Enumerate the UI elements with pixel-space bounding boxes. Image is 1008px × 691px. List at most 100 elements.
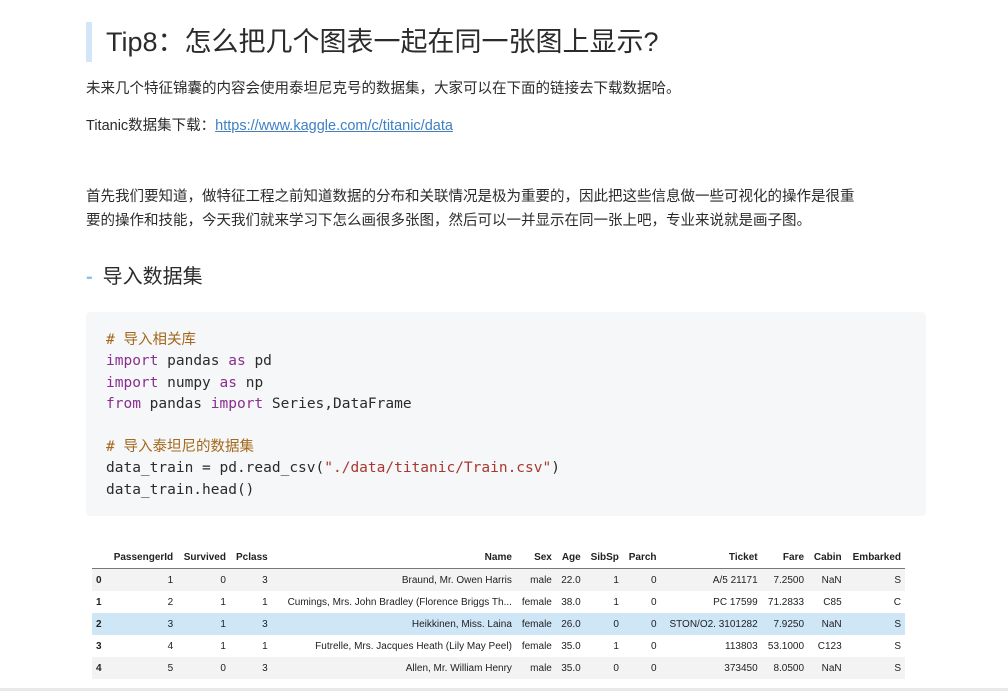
table-cell: 113803 [725, 640, 758, 652]
description-line-2: 要的操作和技能，今天我们就来学习下怎么画很多张图，然后可以一并显示在同一张上吧，… [86, 213, 811, 229]
row-index: 1 [96, 596, 102, 608]
table-cell: 38.0 [561, 596, 581, 608]
code-module: pandas [167, 353, 220, 370]
table-cell: male [530, 662, 552, 674]
column-header: Parch [622, 546, 661, 569]
table-cell: 53.1000 [767, 640, 805, 652]
table-cell: 0 [613, 618, 619, 630]
table-cell: 3 [262, 574, 268, 586]
table-cell: 5 [167, 662, 174, 674]
column-header: Age [555, 546, 585, 569]
code-block: # 导入相关库 import pandas as pd import numpy… [86, 312, 926, 516]
table-cell: 71.2833 [767, 596, 805, 608]
table-cell: STON/O2. 3101282 [669, 618, 758, 630]
table-cell: male [530, 574, 552, 586]
table-cell: S [894, 618, 901, 630]
table-cell: 35.0 [561, 662, 581, 674]
table-cell: 1 [167, 574, 174, 586]
row-index: 4 [96, 662, 102, 674]
table-cell: 0 [220, 662, 226, 674]
table-cell: female [521, 596, 552, 608]
table-cell: NaN [821, 662, 842, 674]
column-header: Sex [515, 546, 556, 569]
table-cell: 0 [220, 574, 226, 586]
description-line-1: 首先我们要知道，做特征工程之前知道数据的分布和关联情况是极为重要的，因此把这些信… [86, 189, 855, 205]
column-header: PassengerId [106, 546, 178, 569]
code-read-call: data_train = pd.read_csv( [106, 460, 325, 477]
table-row: 3 4 1 1 Futrelle, Mrs. Jacques Heath (Li… [92, 635, 905, 657]
table-cell: 3 [167, 618, 174, 630]
table-cell: Allen, Mr. William Henry [405, 662, 512, 674]
table-cell: S [894, 640, 901, 652]
code-keyword: from [106, 396, 141, 413]
column-header: Survived [177, 546, 230, 569]
code-head-call: data_train.head() [106, 481, 255, 498]
table-header-row: PassengerId Survived Pclass Name Sex Age… [92, 546, 905, 569]
table-cell: 26.0 [561, 618, 581, 630]
column-header: SibSp [584, 546, 623, 569]
table-cell: 1 [220, 596, 226, 608]
table-cell: 3 [262, 618, 268, 630]
table-cell: 1 [220, 640, 226, 652]
table-cell: 0 [650, 640, 657, 652]
table-cell: 0 [650, 574, 657, 586]
table-cell: 0 [650, 618, 657, 630]
row-index: 2 [96, 618, 102, 630]
code-keyword: import [106, 353, 159, 370]
table-row-highlighted: 2 3 1 3 Heikkinen, Miss. Laina female 26… [92, 613, 905, 635]
table-cell: 1 [613, 596, 619, 608]
table-cell: 0 [650, 662, 657, 674]
table-cell: A/5 21171 [712, 574, 758, 586]
dataset-link[interactable]: https://www.kaggle.com/c/titanic/data [215, 118, 453, 134]
table-cell: 3 [262, 662, 268, 674]
code-keyword: as [228, 353, 246, 370]
page-title: Tip8：怎么把几个图表一起在同一张图上显示? [86, 22, 659, 62]
dataframe-table: PassengerId Survived Pclass Name Sex Age… [92, 546, 905, 679]
table-cell: 7.9250 [773, 618, 805, 630]
code-comment: # 导入泰坦尼的数据集 [106, 439, 254, 456]
code-alias: np [245, 374, 264, 391]
table-cell: Cumings, Mrs. John Bradley (Florence Bri… [287, 596, 512, 608]
table-cell: Heikkinen, Miss. Laina [411, 618, 512, 630]
column-header: Name [271, 546, 516, 569]
table-cell: 4 [167, 640, 174, 652]
table-cell: 1 [262, 596, 268, 608]
table-cell: 7.2500 [773, 574, 805, 586]
code-comment: # 导入相关库 [106, 332, 196, 348]
code-keyword: as [219, 374, 237, 391]
table-cell: PC 17599 [713, 596, 758, 608]
column-header: Ticket [660, 546, 762, 569]
code-module: numpy [167, 374, 211, 391]
column-header: Fare [761, 546, 809, 569]
column-header: Pclass [229, 546, 272, 569]
row-index: 3 [96, 640, 102, 652]
intro-paragraph: 未来几个特征锦囊的内容会使用泰坦尼克号的数据集，大家可以在下面的链接去下载数据哈… [86, 81, 681, 97]
row-index: 0 [96, 574, 102, 586]
section-marker: - [86, 266, 93, 288]
table-cell: NaN [821, 574, 842, 586]
table-cell: NaN [821, 618, 842, 630]
table-cell: 22.0 [561, 574, 581, 586]
table-row: 0 1 0 3 Braund, Mr. Owen Harris male 22.… [92, 568, 905, 591]
table-cell: female [521, 640, 552, 652]
table-cell: 0 [613, 662, 619, 674]
code-alias: pd [254, 353, 272, 370]
table-cell: 0 [650, 596, 657, 608]
table-row: 1 2 1 1 Cumings, Mrs. John Bradley (Flor… [92, 591, 905, 613]
section-title: 导入数据集 [102, 266, 203, 288]
table-cell: S [894, 574, 901, 586]
code-keyword: import [210, 396, 264, 413]
code-read-close: ) [551, 460, 560, 477]
download-label: Titanic数据集下载： [86, 118, 216, 134]
code-string: "./data/titanic/Train.csv" [324, 460, 552, 477]
code-module: pandas [149, 396, 203, 413]
table-cell: C85 [823, 596, 842, 608]
download-line: Titanic数据集下载：https://www.kaggle.com/c/ti… [86, 114, 453, 139]
table-cell: 35.0 [561, 640, 581, 652]
table-row: 4 5 0 3 Allen, Mr. William Henry male 35… [92, 657, 905, 679]
table-cell: 1 [613, 574, 619, 586]
index-header [92, 546, 107, 569]
table-cell: 8.0500 [773, 662, 805, 674]
table-cell: C [893, 596, 901, 608]
table-cell: S [894, 662, 901, 674]
